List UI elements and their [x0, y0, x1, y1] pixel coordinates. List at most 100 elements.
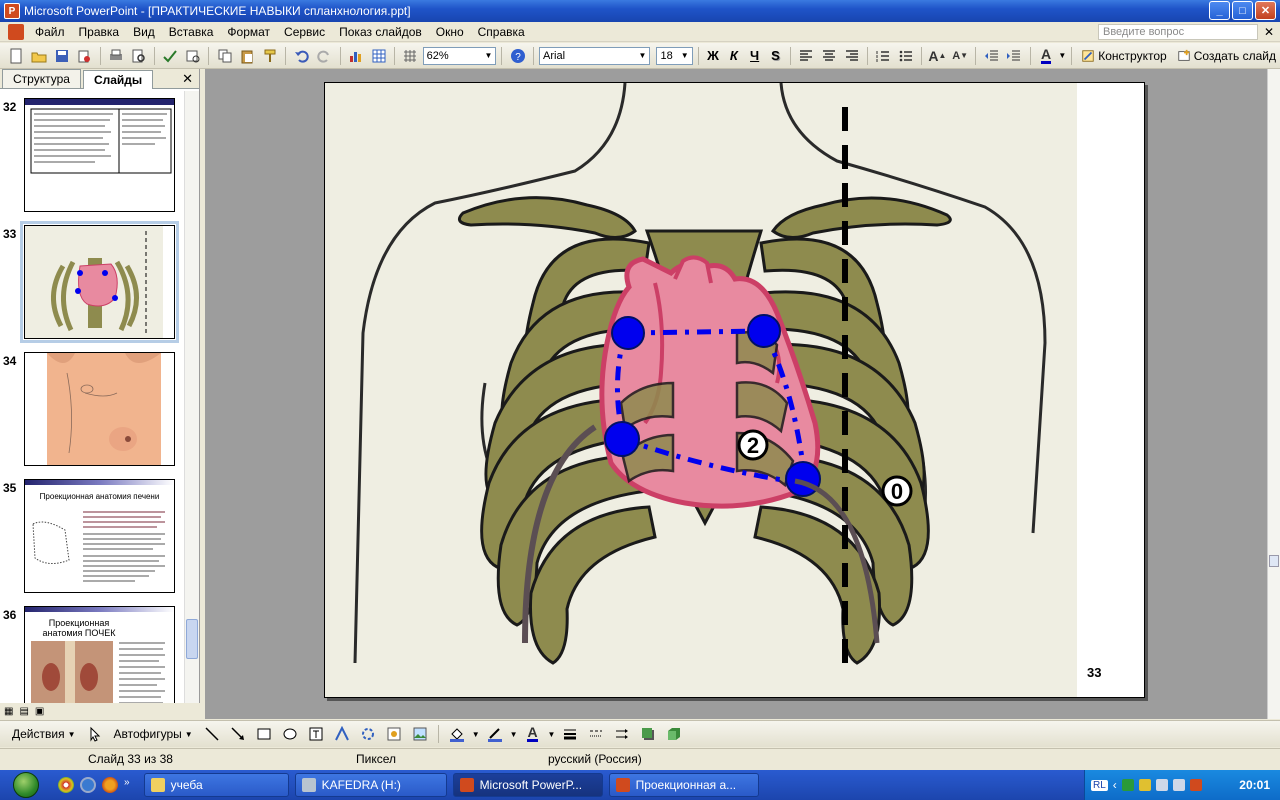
arrow-icon[interactable]	[227, 723, 249, 745]
arrow-style-icon[interactable]	[611, 723, 633, 745]
security-icon[interactable]	[1138, 779, 1151, 791]
font-size-select[interactable]: 18 ▼	[656, 46, 693, 65]
new-slide-button[interactable]: Создать слайд	[1173, 49, 1280, 63]
underline-button[interactable]: Ч	[745, 48, 764, 63]
chevron-down-icon[interactable]: ▼	[510, 730, 518, 739]
zoom-select[interactable]: 62% ▼	[422, 46, 497, 65]
oval-icon[interactable]	[279, 723, 301, 745]
sorter-view-icon[interactable]: ▤	[19, 706, 28, 717]
help-icon[interactable]: ?	[507, 45, 528, 67]
flag-icon[interactable]	[1189, 779, 1202, 791]
new-icon[interactable]	[6, 45, 27, 67]
increase-font-icon[interactable]: A ▲	[927, 45, 948, 67]
chevron-down-icon[interactable]: ▼	[472, 730, 480, 739]
chrome-icon[interactable]	[58, 777, 74, 793]
task-powerpoint[interactable]: Microsoft PowerP...	[452, 773, 603, 797]
chevron-down-icon[interactable]: ▼	[548, 730, 556, 739]
print-icon[interactable]	[106, 45, 127, 67]
font-color-icon[interactable]: A	[1036, 45, 1057, 67]
scrollbar-thumb[interactable]	[186, 619, 198, 659]
tab-outline[interactable]: Структура	[2, 69, 81, 88]
wordart-icon[interactable]	[331, 723, 353, 745]
autoshapes-menu[interactable]: Автофигуры ▼	[110, 727, 197, 741]
slide-thumbnail-35[interactable]: Проекционная анатомия печени	[24, 479, 175, 593]
task-kafedra[interactable]: KAFEDRA (H:)	[294, 773, 447, 797]
close-button[interactable]: ✕	[1255, 1, 1276, 20]
numbered-list-icon[interactable]	[873, 45, 894, 67]
decrease-indent-icon[interactable]	[981, 45, 1002, 67]
menu-insert[interactable]: Вставка	[162, 25, 221, 39]
document-close-icon[interactable]: ✕	[1264, 25, 1274, 39]
bullet-list-icon[interactable]	[895, 45, 916, 67]
decrease-font-icon[interactable]: A ▼	[950, 45, 971, 67]
firefox-icon[interactable]	[102, 777, 118, 793]
task-ucheba[interactable]: учеба	[143, 773, 289, 797]
open-icon[interactable]	[29, 45, 50, 67]
task-presentation[interactable]: Проекционная а...	[608, 773, 759, 797]
menu-help[interactable]: Справка	[471, 25, 532, 39]
chevron-down-icon[interactable]: ▼	[1058, 51, 1066, 60]
3d-style-icon[interactable]	[663, 723, 685, 745]
clipart-icon[interactable]	[383, 723, 405, 745]
scrollbar-thumb[interactable]	[1269, 555, 1279, 567]
language-indicator[interactable]: RL	[1091, 779, 1108, 791]
menu-edit[interactable]: Правка	[72, 25, 127, 39]
print-preview-icon[interactable]	[128, 45, 149, 67]
network-icon[interactable]	[1121, 779, 1134, 791]
dash-style-icon[interactable]	[585, 723, 607, 745]
grid-icon[interactable]	[400, 45, 421, 67]
menu-file[interactable]: Файл	[28, 25, 72, 39]
slide-thumbnail-33[interactable]	[20, 221, 179, 343]
tray-expand-icon[interactable]: ‹	[1113, 778, 1117, 792]
picture-icon[interactable]	[409, 723, 431, 745]
actions-menu[interactable]: Действия ▼	[8, 727, 80, 741]
spelling-icon[interactable]	[160, 45, 181, 67]
quick-launch-expand-icon[interactable]: »	[124, 777, 130, 793]
designer-button[interactable]: Конструктор	[1077, 49, 1170, 63]
font-select[interactable]: Arial ▼	[539, 46, 651, 65]
insert-chart-icon[interactable]	[346, 45, 367, 67]
powerpoint-icon[interactable]: P	[4, 3, 20, 19]
normal-view-icon[interactable]: ▦	[4, 706, 13, 717]
select-pointer-icon[interactable]	[84, 723, 106, 745]
slide-scrollbar[interactable]	[1267, 69, 1280, 719]
tab-slides[interactable]: Слайды	[82, 70, 154, 89]
copy-icon[interactable]	[214, 45, 235, 67]
line-color-icon[interactable]	[484, 723, 506, 745]
menu-format[interactable]: Формат	[220, 25, 277, 39]
slide-thumbnail-36[interactable]: Проекционная анатомия ПОЧЕК	[24, 606, 175, 703]
document-icon[interactable]	[8, 23, 24, 40]
menu-view[interactable]: Вид	[126, 25, 162, 39]
volume-icon[interactable]	[1172, 779, 1185, 791]
line-style-icon[interactable]	[559, 723, 581, 745]
redo-icon[interactable]	[314, 45, 335, 67]
pane-scrollbar[interactable]	[184, 91, 199, 719]
menu-slideshow[interactable]: Показ слайдов	[332, 25, 429, 39]
fill-color-icon[interactable]	[446, 723, 468, 745]
menu-window[interactable]: Окно	[429, 25, 471, 39]
help-search-input[interactable]: Введите вопрос	[1098, 24, 1258, 40]
shadow-style-icon[interactable]	[637, 723, 659, 745]
diagram-icon[interactable]	[357, 723, 379, 745]
slide-thumbnail-32[interactable]	[24, 98, 175, 212]
messenger-icon[interactable]	[80, 777, 96, 793]
slideshow-view-icon[interactable]: ▣	[35, 706, 44, 717]
italic-button[interactable]: К	[724, 48, 743, 63]
format-painter-icon[interactable]	[260, 45, 281, 67]
clock[interactable]: 20:01	[1239, 778, 1270, 792]
align-left-icon[interactable]	[796, 45, 817, 67]
minimize-button[interactable]: _	[1209, 1, 1230, 20]
display-icon[interactable]	[1155, 779, 1168, 791]
slide-canvas[interactable]: 2 0 33	[324, 82, 1145, 698]
shadow-button[interactable]: S	[766, 48, 785, 63]
text-color-icon[interactable]: A	[522, 723, 544, 745]
research-icon[interactable]	[183, 45, 204, 67]
paste-icon[interactable]	[237, 45, 258, 67]
align-right-icon[interactable]	[841, 45, 862, 67]
insert-table-icon[interactable]	[368, 45, 389, 67]
undo-icon[interactable]	[291, 45, 312, 67]
increase-indent-icon[interactable]	[1004, 45, 1025, 67]
slide-thumbnail-34[interactable]	[24, 352, 175, 466]
close-icon[interactable]: ✕	[182, 71, 193, 87]
rectangle-icon[interactable]	[253, 723, 275, 745]
